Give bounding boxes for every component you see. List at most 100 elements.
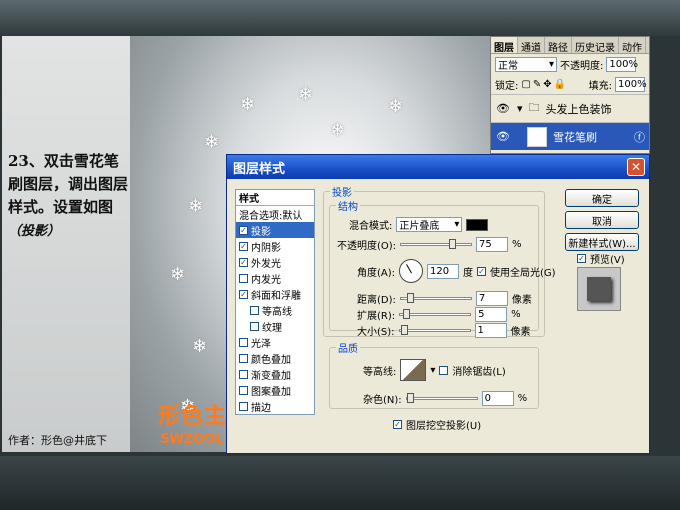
tab-history[interactable]: 历史记录 [572, 37, 619, 54]
cancel-button[interactable]: 取消 [565, 211, 639, 229]
antialias-checkbox[interactable] [439, 365, 449, 375]
opacity-input[interactable]: 75 [476, 237, 509, 252]
style-list-item[interactable]: 纹理 [236, 318, 314, 334]
new-style-button[interactable]: 新建样式(W)... [565, 233, 639, 251]
noise-input[interactable]: 0 [481, 391, 514, 406]
fill-label: 填充: [588, 80, 612, 92]
size-input[interactable]: 1 [474, 323, 507, 338]
chevron-down-icon: ▾ [454, 219, 460, 230]
noise-slider[interactable] [405, 393, 478, 403]
section-title: 投影 [330, 184, 354, 199]
noise-slider-thumb[interactable] [406, 393, 414, 403]
opacity-slider[interactable] [400, 239, 473, 249]
tab-channels[interactable]: 通道 [518, 37, 545, 54]
dialog-titlebar[interactable]: 图层样式 [227, 155, 649, 179]
style-checkbox[interactable] [239, 401, 248, 411]
ok-button[interactable]: 确定 [565, 189, 639, 207]
style-checkbox[interactable]: ✓ [239, 289, 248, 299]
preview-checkbox[interactable]: ✓ [577, 254, 586, 263]
style-list-item[interactable]: 光泽 [236, 334, 314, 350]
snowflake-icon: ❄ [330, 120, 346, 141]
tab-paths[interactable]: 路径 [545, 37, 572, 54]
style-checkbox[interactable] [250, 321, 259, 331]
style-checkbox[interactable] [239, 385, 248, 395]
style-list-item[interactable]: 图案叠加 [236, 382, 314, 398]
antialias-label: 消除锯齿(L) [452, 366, 506, 378]
close-icon[interactable]: ✕ [627, 158, 645, 176]
style-list-item[interactable]: 渐变叠加 [236, 366, 314, 382]
style-checkbox[interactable] [239, 353, 248, 363]
expand-triangle-icon[interactable]: ▾ [517, 102, 523, 115]
layer-opacity-input[interactable]: 100% [606, 56, 638, 72]
opacity-slider-thumb[interactable] [449, 239, 457, 249]
size-label: 大小(S): [357, 327, 395, 338]
eye-icon[interactable]: 👁 [495, 130, 511, 143]
distance-unit: 像素 [511, 295, 532, 306]
eye-icon[interactable]: 👁 [495, 102, 511, 115]
angle-dial[interactable] [399, 259, 424, 283]
knockout-label: 图层挖空投影(U) [406, 421, 482, 432]
tab-actions[interactable]: 动作 [619, 37, 646, 54]
blend-mode-label: 混合模式: [349, 221, 393, 232]
layer-blend-mode-select[interactable]: 正常 ▾ [495, 56, 557, 72]
layer-row-group[interactable]: 👁 ▾ 🗀 头发上色装饰 [491, 94, 649, 122]
tutorial-panel [2, 36, 130, 452]
style-item-label: 内阴影 [251, 242, 281, 254]
style-checkbox[interactable]: ✓ [239, 241, 248, 251]
style-item-label: 外发光 [251, 258, 281, 270]
style-list-item[interactable]: 内发光 [236, 270, 314, 286]
size-slider[interactable] [398, 325, 471, 335]
fill-input[interactable]: 100% [615, 76, 647, 92]
chevron-down-icon: ▾ [548, 58, 554, 70]
distance-input[interactable]: 7 [475, 291, 508, 306]
layer-effects-icon[interactable]: ⓕ [634, 129, 645, 145]
style-item-label: 颜色叠加 [251, 354, 291, 366]
opacity-label: 不透明度(O): [337, 241, 397, 252]
blend-mode-select[interactable]: 正片叠底 ▾ [396, 217, 463, 232]
style-list-header[interactable]: 样式 [236, 190, 314, 206]
step-text: 23、双击雪花笔刷图层，调出图层样式。设置如图 [8, 152, 129, 216]
distance-slider[interactable] [399, 293, 472, 303]
style-list-item[interactable]: ✓ 外发光 [236, 254, 314, 270]
style-list-item[interactable]: ✓ 投影 [236, 222, 314, 238]
style-checkbox[interactable] [239, 273, 248, 283]
chevron-down-icon[interactable]: ▾ [430, 365, 435, 376]
style-checkbox[interactable]: ✓ [239, 225, 248, 235]
angle-row: 角度(A): 120 度 ✓ 使用全局光(G) [357, 259, 556, 283]
noise-row: 杂色(N): 0 % [363, 391, 527, 406]
tab-layers[interactable]: 图层 [491, 37, 518, 54]
style-preview-swatch [577, 267, 621, 311]
style-list-item[interactable]: 等高线 [236, 302, 314, 318]
style-list-item[interactable]: ✓ 斜面和浮雕 [236, 286, 314, 302]
style-list-item[interactable]: 描边 [236, 398, 314, 414]
author-credit: 作者：形色@井底下 [8, 434, 107, 447]
spread-input[interactable]: 5 [475, 307, 508, 322]
layers-panel-tabs: 图层 通道 路径 历史记录 动作 [491, 37, 649, 54]
contour-picker[interactable] [400, 359, 427, 381]
style-checkbox[interactable] [239, 369, 248, 379]
size-row: 大小(S): 1 像素 [357, 323, 531, 338]
preview-label: 预览(V) [590, 255, 625, 266]
style-list-item[interactable]: 混合选项:默认 [236, 206, 314, 222]
knockout-checkbox[interactable]: ✓ [393, 420, 402, 429]
spread-slider[interactable] [399, 309, 472, 319]
layers-lock-row: 锁定: ▢✎✥🔒 填充: 100% [491, 74, 649, 94]
global-light-checkbox[interactable]: ✓ [477, 266, 487, 276]
size-slider-thumb[interactable] [400, 325, 408, 335]
style-checkbox[interactable] [250, 305, 259, 315]
style-list-item[interactable]: 颜色叠加 [236, 350, 314, 366]
spread-slider-thumb[interactable] [403, 309, 411, 319]
opacity-row: 不透明度(O): 75 % [337, 237, 522, 252]
layer-style-dialog: 图层样式 ✕ 样式 混合选项:默认 ✓ 投影 ✓ 内阴影 ✓ 外发光 内发光 ✓ 斜面和浮雕 等高线… [226, 154, 650, 454]
lock-icons[interactable]: ▢✎✥🔒 [521, 79, 568, 90]
shadow-color-swatch[interactable] [466, 218, 489, 231]
layers-panel: 图层 通道 路径 历史记录 动作 正常 ▾ 不透明度: 100% 锁定: ▢✎✥🔒… [490, 36, 650, 154]
angle-input[interactable]: 120 [427, 263, 460, 279]
style-list-item[interactable]: ✓ 内阴影 [236, 238, 314, 254]
layer-name: 雪花笔刷 [553, 130, 597, 144]
snowflake-icon: ❄ [170, 264, 186, 285]
distance-slider-thumb[interactable] [407, 293, 415, 303]
layer-row-selected[interactable]: 👁 雪花笔刷 ⓕ [491, 122, 649, 150]
style-checkbox[interactable]: ✓ [239, 257, 248, 267]
style-checkbox[interactable] [239, 337, 248, 347]
